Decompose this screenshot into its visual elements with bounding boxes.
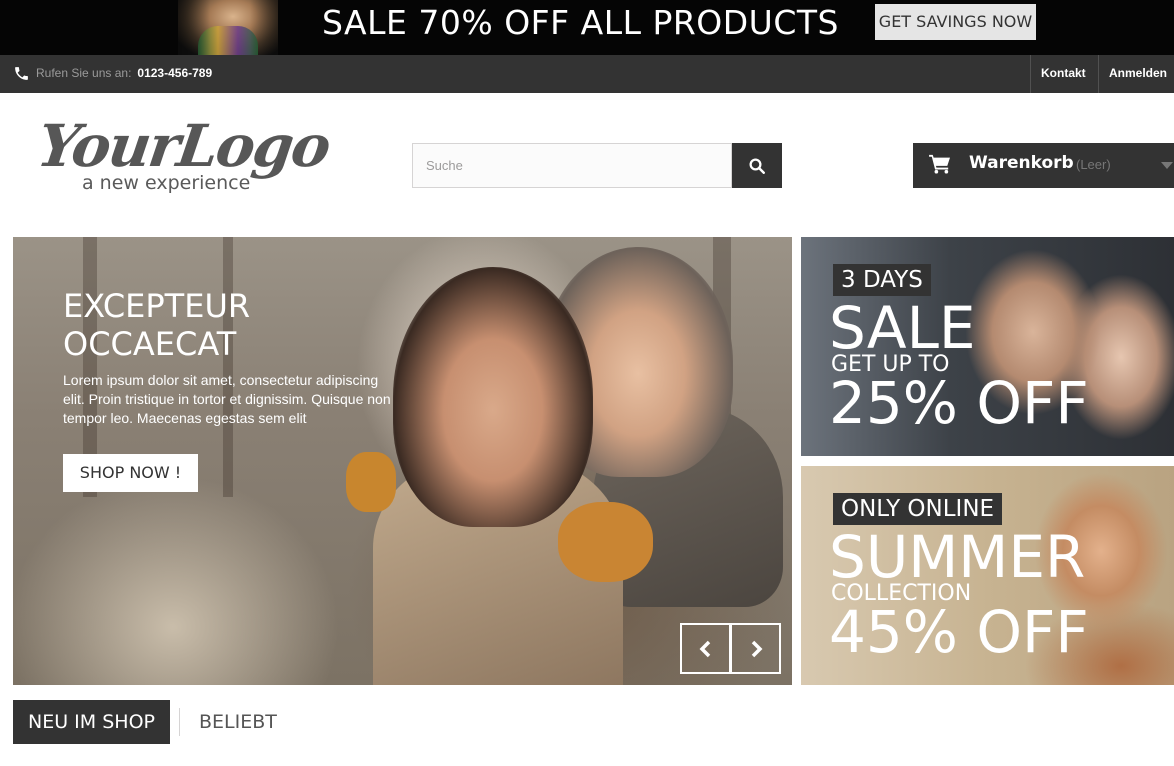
homepage-slider[interactable]: EXCEPTEUR OCCAECAT Lorem ipsum dolor sit… — [13, 237, 792, 685]
chevron-down-icon — [1161, 162, 1173, 169]
chevron-right-icon — [751, 640, 762, 657]
phone-number: 0123-456-789 — [137, 66, 213, 80]
banner-sale-headline: SALE — [829, 294, 976, 362]
search-icon — [749, 158, 765, 174]
slide-mitten-left — [346, 452, 396, 512]
banner-summer[interactable]: ONLY ONLINE SUMMER COLLECTION 45% OFF — [801, 466, 1174, 685]
contact-link[interactable]: Kontakt — [1030, 55, 1096, 93]
phone-icon — [15, 66, 28, 80]
search-form — [412, 143, 782, 188]
cart-label: Warenkorb — [969, 153, 1074, 173]
banner-summer-headline: SUMMER — [829, 523, 1086, 591]
banner-summer-offer: 45% OFF — [829, 598, 1089, 666]
slider-next-button[interactable] — [730, 623, 781, 674]
search-input[interactable] — [412, 143, 732, 188]
logo-wordmark: YourLogo — [33, 112, 334, 180]
chevron-left-icon — [699, 640, 710, 657]
banner-sale-offer: 25% OFF — [829, 369, 1089, 437]
promo-fade-left — [150, 0, 210, 55]
cart-button[interactable]: Warenkorb (Leer) — [913, 143, 1174, 188]
cart-status: (Leer) — [1076, 157, 1111, 172]
shop-now-button[interactable]: SHOP NOW ! — [63, 454, 198, 492]
slide-description: Lorem ipsum dolor sit amet, consectetur … — [63, 372, 391, 426]
slide-background-tree — [223, 237, 233, 497]
phone-info: Rufen Sie uns an: 0123-456-789 — [13, 63, 212, 83]
tab-popular[interactable]: BELIEBT — [199, 700, 277, 744]
login-link[interactable]: Anmelden — [1098, 55, 1174, 93]
banner-sale-tag: 3 DAYS — [833, 264, 931, 296]
promo-banner[interactable]: SALE 70% OFF ALL PRODUCTS GET SAVINGS NO… — [0, 0, 1174, 55]
site-logo[interactable]: YourLogo a new experience — [33, 112, 333, 202]
phone-label: Rufen Sie uns an: — [36, 66, 132, 80]
top-nav-bar: Rufen Sie uns an: 0123-456-789 Kontakt A… — [0, 55, 1174, 93]
banner-sale[interactable]: 3 DAYS SALE GET UP TO 25% OFF — [801, 237, 1174, 456]
slide-mitten-right — [558, 502, 653, 582]
logo-tagline: a new experience — [82, 172, 251, 194]
get-savings-button[interactable]: GET SAVINGS NOW — [875, 4, 1036, 40]
tab-new-in-shop[interactable]: NEU IM SHOP — [13, 700, 170, 744]
search-button[interactable] — [732, 143, 782, 188]
promo-headline: SALE 70% OFF ALL PRODUCTS — [322, 3, 839, 42]
promo-fade-right — [250, 0, 310, 55]
tab-divider — [179, 708, 180, 736]
slide-title: EXCEPTEUR OCCAECAT — [63, 287, 251, 363]
cart-icon — [929, 154, 950, 174]
slider-prev-button[interactable] — [680, 623, 731, 674]
banner-summer-tag: ONLY ONLINE — [833, 493, 1003, 525]
slide-model-left — [393, 267, 593, 527]
